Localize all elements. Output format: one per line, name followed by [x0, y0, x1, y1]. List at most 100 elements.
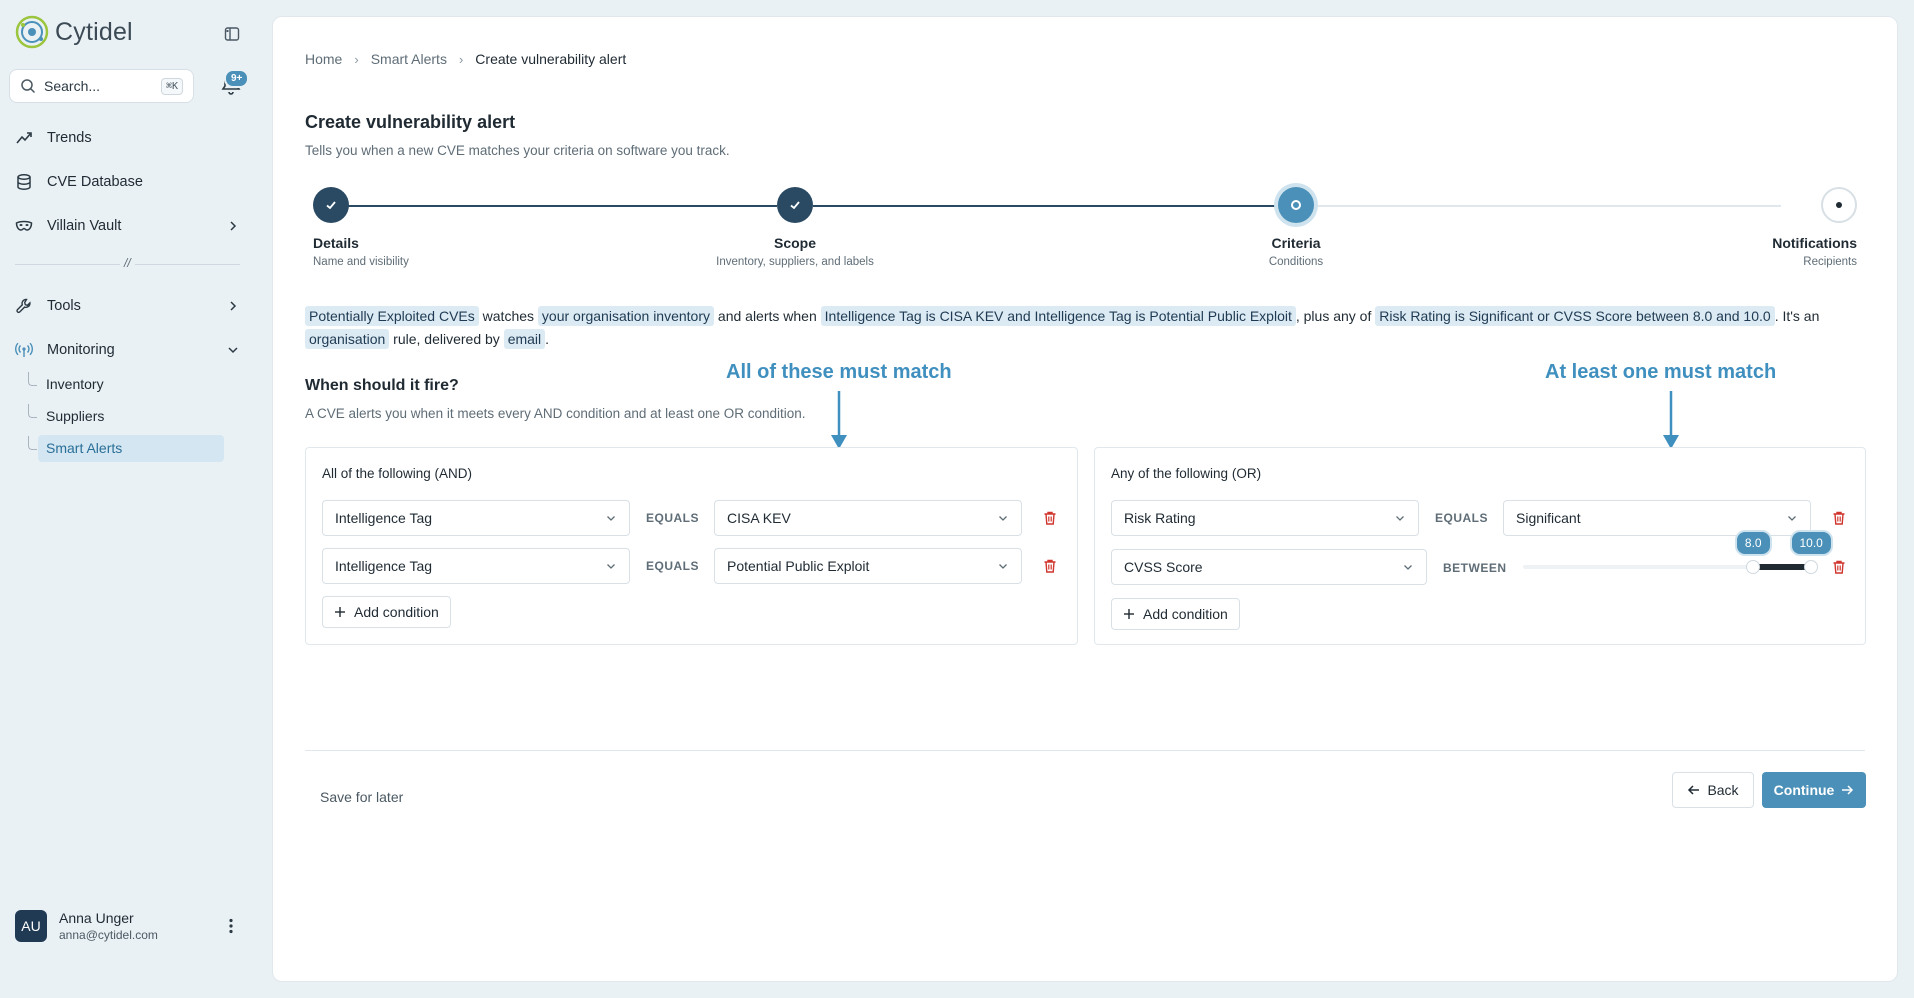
search-icon	[21, 79, 36, 94]
chevron-down-icon	[1404, 565, 1412, 570]
arrow-right-icon	[1842, 785, 1854, 795]
summary-or-conditions: Risk Rating is Significant or CVSS Score…	[1375, 306, 1775, 326]
condition-field-select[interactable]: Intelligence Tag	[322, 500, 630, 536]
chevron-down-icon	[1788, 516, 1796, 521]
back-button[interactable]: Back	[1672, 772, 1754, 808]
condition-field-select[interactable]: Risk Rating	[1111, 500, 1419, 536]
sidebar-item-tools[interactable]: Tools	[15, 293, 240, 319]
sidebar-item-villain-vault[interactable]: Villain Vault	[15, 213, 240, 239]
arrow-down-icon	[1663, 391, 1679, 449]
current-step-dot	[1291, 200, 1301, 210]
summary-text: , plus any of	[1295, 308, 1372, 324]
user-profile[interactable]: AU Anna Unger anna@cytidel.com	[15, 910, 240, 942]
kebab-menu-icon[interactable]	[222, 917, 240, 935]
chevron-down-icon	[1396, 516, 1404, 521]
chevron-down-icon	[999, 516, 1007, 521]
add-condition-button[interactable]: Add condition	[322, 596, 451, 628]
page-title: Create vulnerability alert	[305, 112, 516, 132]
select-value: CVSS Score	[1124, 559, 1203, 575]
slider-min-value: 8.0	[1734, 530, 1772, 556]
step-connector	[341, 205, 777, 207]
condition-operator: EQUALS	[646, 559, 700, 573]
chevron-down-icon	[607, 564, 615, 569]
trash-icon[interactable]	[1831, 559, 1847, 575]
select-value: Significant	[1516, 510, 1581, 526]
trash-icon[interactable]	[1042, 510, 1058, 526]
breadcrumb-current: Create vulnerability alert	[475, 51, 627, 67]
main-panel: Home › Smart Alerts › Create vulnerabili…	[272, 16, 1898, 982]
sidebar-item-monitoring[interactable]: Monitoring	[15, 337, 240, 363]
step-notifications-indicator[interactable]	[1821, 187, 1857, 223]
sidebar-item-cve-database[interactable]: CVE Database	[15, 169, 240, 195]
tree-line	[28, 372, 37, 386]
summary-alert-name: Potentially Exploited CVEs	[305, 306, 479, 326]
step-label: Scope	[773, 235, 816, 251]
condition-field-select[interactable]: CVSS Score	[1111, 549, 1427, 585]
summary-visibility: organisation	[305, 329, 390, 349]
broadcast-icon	[15, 342, 33, 357]
breadcrumb-home[interactable]: Home	[305, 51, 342, 67]
slider-range-fill	[1753, 564, 1811, 570]
database-icon	[17, 174, 31, 190]
sidebar-item-trends[interactable]: Trends	[15, 125, 240, 151]
tree-line	[28, 436, 37, 450]
criteria-title: When should it fire?	[305, 377, 459, 394]
app-logo[interactable]: Cytidel	[15, 15, 133, 49]
summary-text: rule, delivered by	[393, 331, 500, 347]
condition-field-select[interactable]: Intelligence Tag	[322, 548, 630, 584]
criteria-subtitle: A CVE alerts you when it meets every AND…	[305, 406, 806, 421]
search-box[interactable]: ⌘K	[9, 69, 194, 103]
sidebar-subitem-smart-alerts[interactable]: Smart Alerts	[46, 435, 122, 461]
condition-value-select[interactable]: Potential Public Exploit	[714, 548, 1022, 584]
annotation-and: All of these must match	[726, 361, 952, 383]
slider-min-handle[interactable]	[1746, 560, 1761, 574]
plus-icon	[1124, 609, 1134, 619]
sidebar-item-label: Monitoring	[47, 342, 115, 358]
chevron-down-icon	[999, 564, 1007, 569]
slider-max-handle[interactable]	[1804, 560, 1818, 574]
chevron-right-icon	[230, 221, 237, 231]
button-label: Add condition	[354, 604, 439, 620]
chevron-right-icon: ›	[458, 51, 464, 67]
condition-operator: BETWEEN	[1443, 561, 1507, 575]
summary-text: watches	[482, 308, 535, 324]
chevron-down-icon	[607, 516, 615, 521]
sidebar-subitem-suppliers[interactable]: Suppliers	[46, 403, 104, 429]
step-scope-indicator[interactable]	[777, 187, 813, 223]
chevron-right-icon	[230, 301, 237, 311]
sidebar-subitem-inventory[interactable]: Inventory	[46, 371, 104, 397]
step-label: Notifications	[1772, 235, 1857, 251]
pending-step-dot	[1836, 202, 1842, 208]
panel-title: Any of the following (OR)	[1111, 466, 1262, 481]
search-shortcut: ⌘K	[160, 77, 183, 95]
step-criteria-indicator[interactable]	[1278, 187, 1314, 223]
condition-value-select[interactable]: CISA KEV	[714, 500, 1022, 536]
sidebar-item-label: Villain Vault	[47, 218, 122, 234]
select-value: Risk Rating	[1124, 510, 1196, 526]
chevron-right-icon: ›	[354, 51, 359, 67]
summary-channel: email	[503, 329, 546, 349]
trend-chart-icon	[16, 132, 32, 144]
step-details-indicator[interactable]	[313, 187, 349, 223]
save-for-later-button[interactable]: Save for later	[320, 789, 403, 805]
collapse-sidebar-button[interactable]	[222, 24, 242, 44]
select-value: Potential Public Exploit	[727, 558, 870, 574]
page-subtitle: Tells you when a new CVE matches your cr…	[305, 143, 730, 158]
sidebar-toggle-icon	[224, 27, 240, 41]
notification-badge: 9+	[224, 69, 250, 88]
sidebar-item-label: CVE Database	[47, 174, 143, 190]
search-input[interactable]	[44, 78, 144, 94]
breadcrumb-smart-alerts[interactable]: Smart Alerts	[371, 51, 447, 67]
step-desc: Name and visibility	[313, 256, 409, 268]
divider-mark: //	[120, 256, 135, 270]
button-label: Back	[1707, 782, 1739, 798]
panel-title: All of the following (AND)	[322, 466, 473, 481]
or-conditions-panel: Any of the following (OR) Risk Rating EQ…	[1094, 447, 1866, 645]
trash-icon[interactable]	[1831, 510, 1847, 526]
trash-icon[interactable]	[1042, 558, 1058, 574]
arrow-left-icon	[1688, 785, 1700, 795]
add-condition-button[interactable]: Add condition	[1111, 598, 1240, 630]
continue-button[interactable]: Continue	[1762, 772, 1866, 808]
step-desc: Recipients	[1803, 256, 1857, 268]
summary-text: .	[545, 331, 550, 347]
